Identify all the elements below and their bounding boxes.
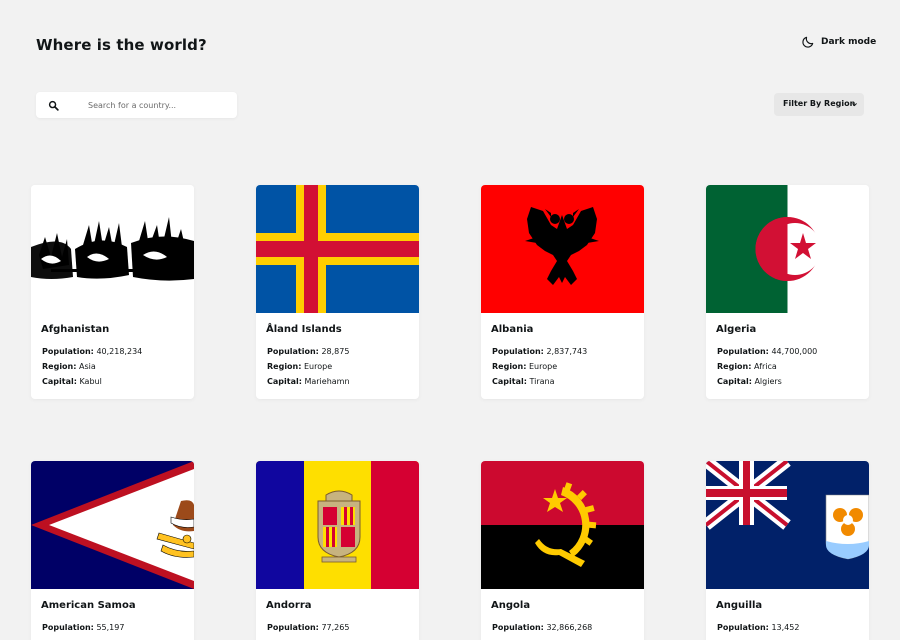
capital-value: Kabul (79, 377, 102, 386)
population-value: 44,700,000 (771, 347, 818, 356)
albania-flag (481, 185, 644, 313)
capital-value: Mariehamn (304, 377, 350, 386)
population-value: 13,452 (771, 623, 800, 632)
region-value: Africa (754, 362, 777, 371)
country-card-algeria[interactable]: Algeria Population: 44,700,000 Region: A… (706, 185, 869, 399)
capital-label: Capital: (42, 377, 77, 386)
region-line: Region: Asia (42, 362, 96, 371)
population-line: Population: 77,265 (267, 623, 349, 632)
dark-mode-toggle[interactable]: Dark mode (801, 33, 876, 51)
region-line: Region: Europe (267, 362, 332, 371)
country-name: Algeria (716, 324, 757, 335)
country-name: Angola (491, 600, 531, 611)
country-card-angola[interactable]: Angola Population: 32,866,268 (481, 461, 644, 640)
population-value: 2,837,743 (546, 347, 588, 356)
population-line: Population: 2,837,743 (492, 347, 587, 356)
country-card-albania[interactable]: Albania Population: 2,837,743 Region: Eu… (481, 185, 644, 399)
capital-value: Algiers (754, 377, 782, 386)
region-label: Region: (267, 362, 302, 371)
population-value: 40,218,234 (96, 347, 143, 356)
country-card-andorra[interactable]: Andorra Population: 77,265 (256, 461, 419, 640)
capital-value: Tirana (529, 377, 555, 386)
region-label: Region: (492, 362, 527, 371)
population-line: Population: 55,197 (42, 623, 124, 632)
capital-line: Capital: Tirana (492, 377, 554, 386)
dark-mode-label: Dark mode (821, 37, 877, 47)
region-value: Asia (79, 362, 96, 371)
capital-label: Capital: (492, 377, 527, 386)
andorra-flag (256, 461, 419, 589)
search-icon (48, 100, 59, 111)
country-name: Afghanistan (41, 324, 110, 335)
population-line: Population: 28,875 (267, 347, 349, 356)
moon-icon (802, 36, 814, 48)
population-line: Population: 13,452 (717, 623, 799, 632)
region-filter-dropdown[interactable]: Filter By Region (774, 93, 864, 116)
angola-flag (481, 461, 644, 589)
header: Where is the world? Dark mode (0, 0, 900, 90)
region-filter-label: Filter By Region (783, 99, 856, 108)
population-label: Population: (717, 347, 769, 356)
country-card-anguilla[interactable]: Anguilla Population: 13,452 (706, 461, 869, 640)
aland-flag (256, 185, 419, 313)
country-card-aland-islands[interactable]: Åland Islands Population: 28,875 Region:… (256, 185, 419, 399)
anguilla-flag (706, 461, 869, 589)
population-label: Population: (42, 347, 94, 356)
capital-line: Capital: Kabul (42, 377, 102, 386)
country-name: Andorra (266, 600, 312, 611)
population-line: Population: 44,700,000 (717, 347, 817, 356)
population-label: Population: (267, 347, 319, 356)
country-name: American Samoa (41, 600, 136, 611)
population-line: Population: 32,866,268 (492, 623, 592, 632)
population-value: 28,875 (321, 347, 350, 356)
population-value: 77,265 (321, 623, 350, 632)
search-input[interactable] (88, 96, 228, 114)
american-samoa-flag (31, 461, 194, 589)
population-label: Population: (42, 623, 94, 632)
region-label: Region: (42, 362, 77, 371)
search-box[interactable] (36, 92, 237, 118)
population-label: Population: (492, 347, 544, 356)
region-label: Region: (717, 362, 752, 371)
region-line: Region: Africa (717, 362, 777, 371)
capital-line: Capital: Mariehamn (267, 377, 350, 386)
chevron-down-icon (852, 103, 857, 107)
region-line: Region: Europe (492, 362, 557, 371)
region-value: Europe (304, 362, 333, 371)
country-card-afghanistan[interactable]: Afghanistan Population: 40,218,234 Regio… (31, 185, 194, 399)
algeria-flag (706, 185, 869, 313)
population-label: Population: (267, 623, 319, 632)
population-label: Population: (717, 623, 769, 632)
country-name: Anguilla (716, 600, 763, 611)
capital-line: Capital: Algiers (717, 377, 782, 386)
population-line: Population: 40,218,234 (42, 347, 142, 356)
country-card-american-samoa[interactable]: American Samoa Population: 55,197 (31, 461, 194, 640)
population-label: Population: (492, 623, 544, 632)
afghanistan-flag (31, 185, 194, 313)
country-name: Albania (491, 324, 534, 335)
population-value: 55,197 (96, 623, 125, 632)
region-value: Europe (529, 362, 558, 371)
population-value: 32,866,268 (546, 623, 593, 632)
country-name: Åland Islands (266, 324, 342, 335)
capital-label: Capital: (267, 377, 302, 386)
capital-label: Capital: (717, 377, 752, 386)
app-title: Where is the world? (36, 36, 207, 54)
